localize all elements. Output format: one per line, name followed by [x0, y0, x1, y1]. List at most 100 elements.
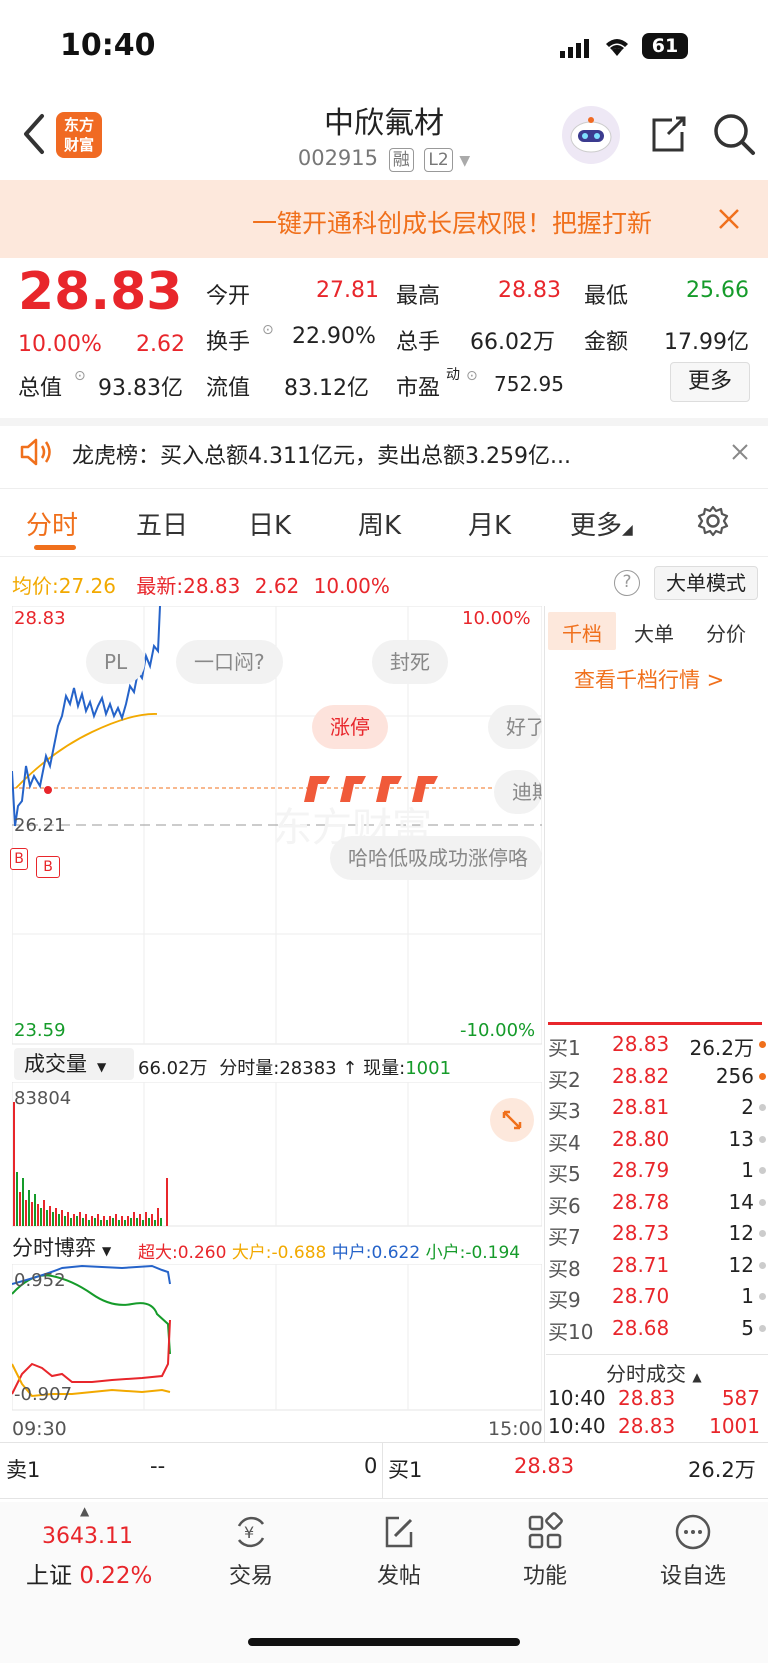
trades-title[interactable]: 分时成交 ▲: [606, 1358, 702, 1387]
change-amount: 2.62: [136, 332, 185, 357]
order-volume: 13: [728, 1126, 754, 1151]
info-icon[interactable]: ⊙: [466, 368, 478, 384]
buy-order-row: 买2 28.82 256: [548, 1064, 766, 1094]
change-pct: 10.00%: [18, 332, 102, 357]
dropdown-icon[interactable]: ▼: [459, 153, 470, 169]
buy-order-row: 买6 28.78 14: [548, 1190, 766, 1220]
buy-order-row: 买5 28.79 1: [548, 1158, 766, 1188]
order-level: 买6: [548, 1193, 581, 1218]
order-dot-icon: [759, 1198, 766, 1206]
promo-text[interactable]: 一键开通科创成长层权限！把握打新: [252, 204, 652, 240]
game-chart[interactable]: [12, 1264, 542, 1412]
index-info[interactable]: 上证 0.22%: [26, 1556, 152, 1590]
big-order-mode-button[interactable]: 大单模式: [654, 566, 758, 600]
settings-gear-icon[interactable]: [696, 504, 730, 542]
index-value[interactable]: 3643.11: [42, 1524, 133, 1549]
more-button[interactable]: 更多: [670, 362, 750, 402]
signal-icon: [560, 38, 590, 62]
volume-label: 总手: [396, 330, 441, 355]
comment-bubble[interactable]: PL: [86, 640, 146, 684]
open-value: 27.81: [316, 278, 379, 303]
order-volume: 26.2万: [689, 1036, 754, 1060]
low-label: 最低: [584, 284, 629, 309]
comment-bubble-hot[interactable]: 涨停: [312, 705, 388, 749]
wifi-icon: [602, 34, 632, 62]
order-level: 买3: [548, 1099, 581, 1123]
buy-order-row: 买3 28.81 2: [548, 1095, 766, 1125]
comment-bubble[interactable]: 迪斯: [494, 770, 542, 814]
order-dot-icon: [759, 1041, 766, 1048]
margin-tag: 融: [388, 148, 414, 172]
game-selector[interactable]: 分时博弈 ▼: [12, 1232, 111, 1262]
tab-week-k[interactable]: 周K: [358, 505, 401, 542]
order-price: 28.79: [612, 1158, 670, 1182]
nav-functions[interactable]: 功能: [490, 1512, 600, 1590]
nav-add-watchlist[interactable]: 设自选: [638, 1512, 748, 1590]
axis-bottom-price: 23.59: [14, 1020, 66, 1041]
expand-icon[interactable]: [490, 1098, 534, 1142]
buy1-label: 买1: [388, 1458, 423, 1482]
order-price: 28.82: [612, 1063, 670, 1088]
close-icon[interactable]: [716, 206, 742, 236]
buy-order-row: 买10 28.68 5: [548, 1316, 766, 1346]
chart-info-line: 均价:27.26 最新:28.83 2.62 10.00%: [12, 574, 390, 598]
order-level: 买4: [548, 1130, 581, 1155]
volume-value: 66.02万: [470, 330, 555, 355]
comment-bubble[interactable]: 哈哈低吸成功涨停咯: [330, 836, 542, 880]
help-icon[interactable]: ?: [614, 570, 640, 596]
lhb-text[interactable]: 龙虎榜：买入总额4.311亿元，卖出总额3.259亿...: [72, 438, 571, 470]
order-level: 买7: [548, 1225, 581, 1249]
tab-more[interactable]: 更多◢: [570, 505, 633, 542]
comment-bubble[interactable]: 封死: [372, 640, 448, 684]
tab-underline: [34, 545, 76, 550]
nav-post[interactable]: 发帖: [344, 1512, 454, 1590]
low-value: 25.66: [686, 278, 749, 303]
tab-price-distribution[interactable]: 分价: [706, 618, 746, 647]
share-icon[interactable]: [646, 112, 690, 160]
battery-level: 61: [651, 35, 679, 57]
more-dots-icon: [675, 1514, 711, 1550]
order-level: 买9: [548, 1288, 581, 1312]
robot-avatar[interactable]: [562, 106, 620, 164]
tab-thousand-level[interactable]: 千档: [562, 618, 602, 647]
high-label: 最高: [396, 284, 441, 309]
comment-bubble[interactable]: 一口闷?: [176, 640, 283, 684]
volume-selector[interactable]: 成交量 ▼: [14, 1048, 134, 1080]
time-end: 15:00: [488, 1418, 543, 1440]
order-volume: 12: [728, 1252, 754, 1277]
buy1-volume: 26.2万: [688, 1458, 756, 1482]
buy-marker[interactable]: B: [36, 856, 60, 878]
buy-order-row: 买7 28.73 12: [548, 1221, 766, 1251]
order-dot-icon: [759, 1324, 766, 1332]
volume-chart[interactable]: [12, 1082, 542, 1228]
search-icon[interactable]: [710, 110, 758, 162]
order-volume: 1: [741, 1284, 754, 1308]
buy-order-row: 买9 28.70 1: [548, 1284, 766, 1314]
axis-top-price: 28.83: [14, 608, 66, 629]
nav-trade[interactable]: ¥ 交易: [196, 1512, 306, 1590]
close-icon[interactable]: [730, 442, 750, 466]
comment-bubble[interactable]: 好了: [488, 705, 542, 749]
tab-intraday[interactable]: 分时: [26, 505, 78, 542]
tab-day-k[interactable]: 日K: [248, 505, 291, 542]
info-icon[interactable]: ⊙: [262, 322, 274, 338]
info-icon[interactable]: ⊙: [74, 368, 86, 384]
buy-marker[interactable]: B: [10, 848, 28, 870]
order-volume: 14: [728, 1189, 754, 1214]
game-legend: 超大:0.260 大户:-0.688 中户:0.622 小户:-0.194: [138, 1243, 521, 1263]
order-price: 28.70: [612, 1284, 670, 1308]
order-volume: 12: [728, 1221, 754, 1245]
tab-month-k[interactable]: 月K: [468, 505, 511, 542]
volume-info: 66.02万 分时量:28383 ↑ 现量:1001: [138, 1058, 452, 1079]
amount-value: 17.99亿: [664, 330, 749, 355]
thousand-level-link[interactable]: 查看千档行情 >: [574, 664, 724, 694]
pe-value: 752.95: [494, 372, 564, 396]
volume-max-label: 83804: [14, 1088, 72, 1109]
tab-big-order[interactable]: 大单: [634, 618, 674, 647]
order-volume: 2: [741, 1095, 754, 1119]
order-level: 买2: [548, 1067, 581, 1092]
axis-top-pct: 10.00%: [462, 608, 531, 629]
pe-sup: 动: [446, 367, 460, 383]
bid-ask-divider: [548, 1022, 762, 1025]
tab-five-day[interactable]: 五日: [136, 505, 188, 542]
